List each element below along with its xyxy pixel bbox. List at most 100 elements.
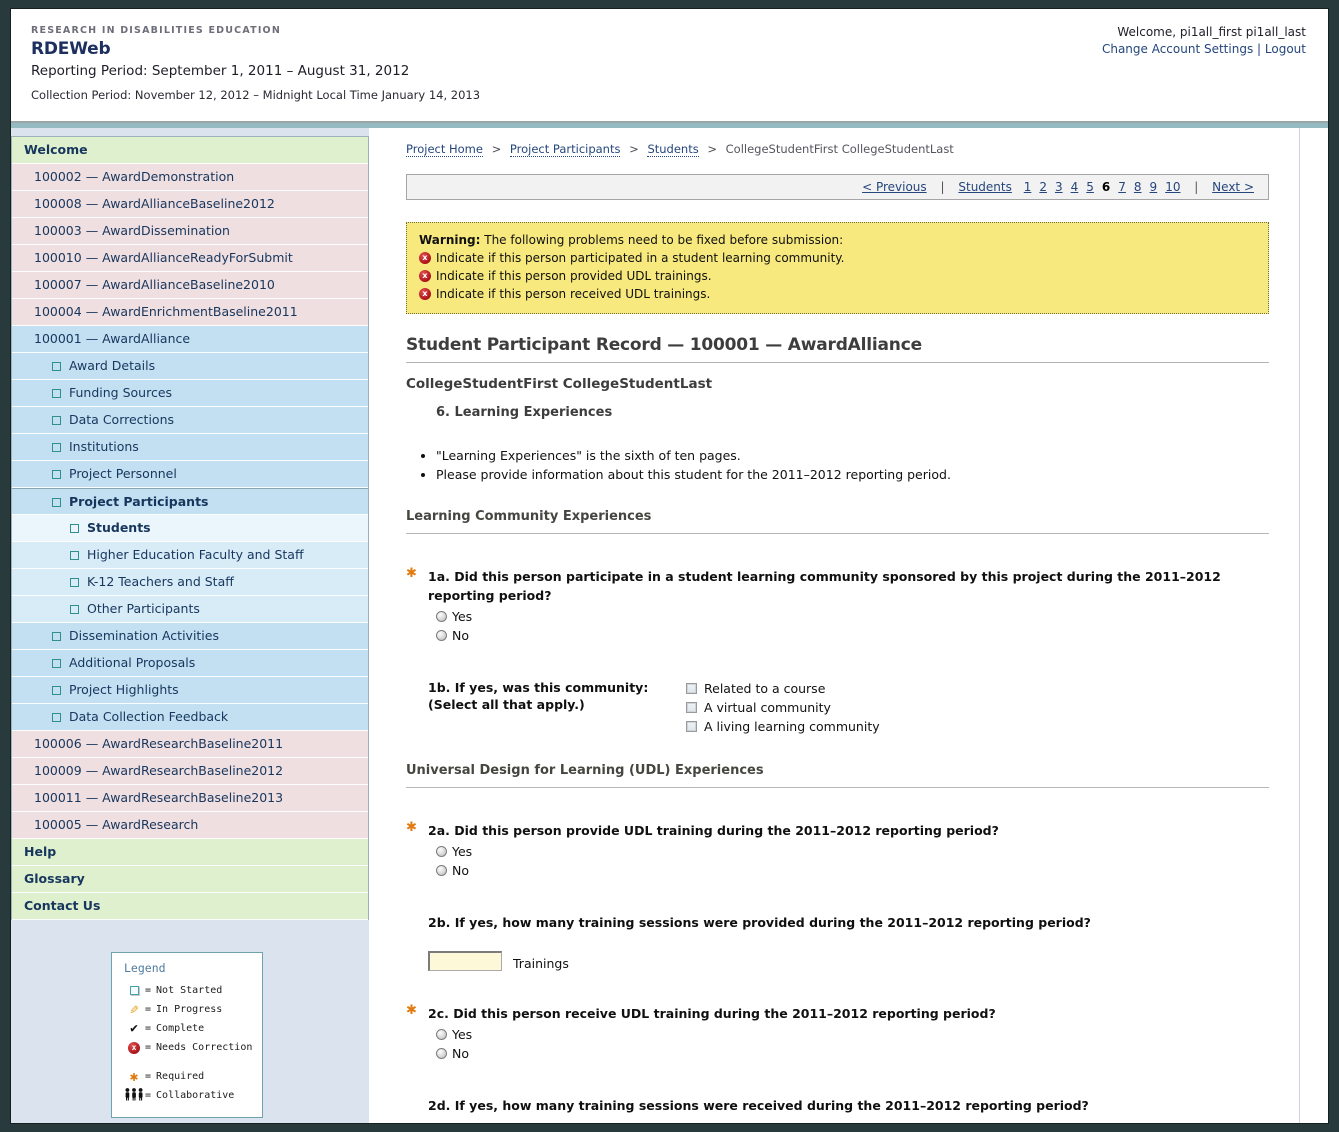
legend-label: In Progress [156,1004,222,1015]
sidebar-item[interactable]: 100011 — AwardResearchBaseline2013 [12,785,368,812]
page-notes: "Learning Experiences" is the sixth of t… [436,448,1269,482]
checkbox-icon[interactable] [686,702,697,713]
breadcrumb-project-home-link[interactable]: Project Home [406,142,483,157]
radio-option-no[interactable]: No [436,861,1269,880]
previous-page-link[interactable]: < Previous [862,180,927,194]
warning-title: Warning: [419,233,480,247]
pager-page-link[interactable]: 2 [1039,180,1047,194]
breadcrumb-students-link[interactable]: Students [647,142,698,157]
section-learning-community: Learning Community Experiences [406,509,1269,534]
not-started-icon [70,578,79,587]
sidebar-item[interactable]: Additional Proposals [12,650,368,677]
sidebar-item[interactable]: 100009 — AwardResearchBaseline2012 [12,758,368,785]
radio-icon[interactable] [436,865,447,876]
sidebar-item[interactable]: 100003 — AwardDissemination [12,218,368,245]
sidebar-item[interactable]: 100007 — AwardAllianceBaseline2010 [12,272,368,299]
sidebar-item[interactable]: Project Highlights [12,677,368,704]
radio-icon[interactable] [436,1029,447,1040]
checkbox-option[interactable]: A living learning community [686,717,880,736]
legend-equals: = [145,1004,151,1015]
question-1b-hint: (Select all that apply.) [428,696,686,713]
pager-page-link[interactable]: 8 [1134,180,1142,194]
sidebar-menu: Welcome100002 — AwardDemonstration100008… [11,136,369,920]
sidebar-item-label: Award Details [69,358,155,373]
sidebar-item[interactable]: Project Personnel [12,461,368,488]
next-page-link[interactable]: Next > [1212,180,1254,194]
radio-icon[interactable] [436,846,447,857]
sidebar-item[interactable]: Award Details [12,353,368,380]
warning-item: xIndicate if this person received UDL tr… [419,287,1256,301]
legend-equals: = [145,985,151,996]
required-icon: ✱ [130,1069,138,1085]
sidebar-item[interactable]: Higher Education Faculty and Staff [12,542,368,569]
sidebar-item-label: Project Participants [69,494,209,509]
students-list-link[interactable]: Students [958,180,1012,194]
legend-title: Legend [124,961,256,975]
pager-page-link[interactable]: 7 [1118,180,1126,194]
radio-icon[interactable] [436,630,447,641]
sidebar-item[interactable]: Welcome [12,137,368,164]
logout-link[interactable]: Logout [1265,42,1306,56]
checkbox-label: A living learning community [704,719,880,734]
pager-page-link[interactable]: 10 [1165,180,1180,194]
change-account-settings-link[interactable]: Change Account Settings [1102,42,1253,56]
sidebar-item[interactable]: 100005 — AwardResearch [12,812,368,839]
sidebar-item[interactable]: Glossary [12,866,368,893]
legend-entry: =Collaborative [124,1086,256,1105]
header-divider [11,121,1328,128]
radio-option-yes[interactable]: Yes [436,1025,1269,1044]
legend-equals: = [145,1042,151,1053]
sidebar-item[interactable]: Students [12,515,368,542]
not-started-icon [70,524,79,533]
pager-current-page: 6 [1102,180,1110,194]
pager-page-link[interactable]: 4 [1071,180,1079,194]
needs-correction-icon: x [128,1042,140,1054]
checkbox-icon[interactable] [686,683,697,694]
warning-items: xIndicate if this person participated in… [419,251,1256,301]
pager-page-link[interactable]: 9 [1150,180,1158,194]
note-item: "Learning Experiences" is the sixth of t… [436,448,1269,463]
pager-page-link[interactable]: 5 [1086,180,1094,194]
required-icon: ✱ [406,566,417,581]
sidebar-item[interactable]: Help [12,839,368,866]
sidebar-item[interactable]: 100010 — AwardAllianceReadyForSubmit [12,245,368,272]
legend-entry: ✔=Complete [124,1019,256,1038]
sidebar-item[interactable]: 100004 — AwardEnrichmentBaseline2011 [12,299,368,326]
radio-icon[interactable] [436,1048,447,1059]
pager-page-link[interactable]: 3 [1055,180,1063,194]
sidebar-item[interactable]: 100001 — AwardAlliance [12,326,368,353]
sidebar-item[interactable]: Institutions [12,434,368,461]
breadcrumb-project-participants-link[interactable]: Project Participants [510,142,621,157]
radio-option-no[interactable]: No [436,626,1269,645]
sidebar-item[interactable]: Data Corrections [12,407,368,434]
sidebar-item[interactable]: Funding Sources [12,380,368,407]
sidebar-item[interactable]: Dissemination Activities [12,623,368,650]
sidebar-item[interactable]: 100008 — AwardAllianceBaseline2012 [12,191,368,218]
radio-icon[interactable] [436,611,447,622]
trainings-provided-input[interactable] [428,951,502,971]
sidebar-item[interactable]: K-12 Teachers and Staff [12,569,368,596]
question-1b: 1b. If yes, was this community: (Select … [406,679,1269,736]
checkbox-option[interactable]: Related to a course [686,679,880,698]
sidebar-item[interactable]: Data Collection Feedback [12,704,368,731]
radio-option-no[interactable]: No [436,1044,1269,1063]
sidebar-item[interactable]: Contact Us [12,893,368,920]
sidebar-item-label: Students [87,520,151,535]
sidebar-item[interactable]: Other Participants [12,596,368,623]
checkbox-label: Related to a course [704,681,825,696]
checkbox-option[interactable]: A virtual community [686,698,880,717]
sidebar-item[interactable]: Project Participants [12,488,368,515]
pager-page-link[interactable]: 1 [1024,180,1032,194]
radio-option-yes[interactable]: Yes [436,607,1269,626]
radio-label: No [452,628,469,643]
checkbox-icon[interactable] [686,721,697,732]
question-2a: ✱ 2a. Did this person provide UDL traini… [406,820,1269,880]
sidebar-item[interactable]: 100006 — AwardResearchBaseline2011 [12,731,368,758]
question-2c: ✱ 2c. Did this person receive UDL traini… [406,1003,1269,1063]
sidebar-item[interactable]: 100002 — AwardDemonstration [12,164,368,191]
legend-equals: = [145,1090,151,1101]
needs-correction-icon: x [419,288,431,300]
sidebar-item-label: Other Participants [87,601,200,616]
radio-option-yes[interactable]: Yes [436,842,1269,861]
checkbox-label: A virtual community [704,700,831,715]
